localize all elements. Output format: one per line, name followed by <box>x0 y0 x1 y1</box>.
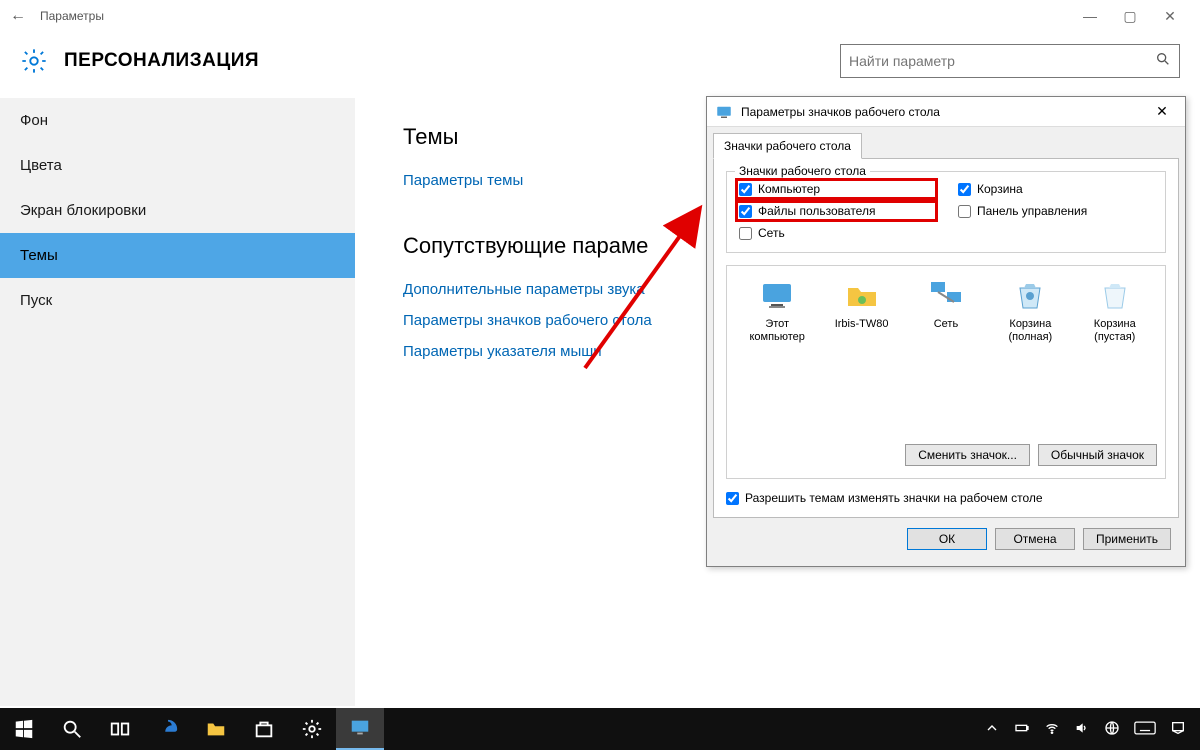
checkbox-control-panel-input[interactable] <box>958 205 971 218</box>
search-icon <box>61 718 83 740</box>
search-icon <box>1155 51 1171 72</box>
gear-icon <box>301 718 323 740</box>
ok-button[interactable]: ОК <box>907 528 987 550</box>
tray-language-icon[interactable] <box>1104 720 1120 739</box>
group-legend: Значки рабочего стола <box>735 164 870 178</box>
edge-button[interactable] <box>144 708 192 750</box>
dialog-close-button[interactable]: ✕ <box>1145 103 1179 120</box>
file-explorer-button[interactable] <box>192 708 240 750</box>
sidebar-item-lockscreen[interactable]: Экран блокировки <box>0 188 355 233</box>
icon-preview-panel: Этот компьютер Irbis-TW80 Сеть Корзина (… <box>726 265 1166 479</box>
dialog-titlebar: Параметры значков рабочего стола ✕ <box>707 97 1185 127</box>
recycle-full-icon <box>1012 278 1048 314</box>
search-button[interactable] <box>48 708 96 750</box>
desktop-icon-app-button[interactable] <box>336 708 384 750</box>
tray-notifications-icon[interactable] <box>1170 720 1186 739</box>
window-title: Параметры <box>40 9 104 23</box>
tray-chevron-up-icon[interactable] <box>984 720 1000 739</box>
apply-button[interactable]: Применить <box>1083 528 1171 550</box>
network-icon <box>928 278 964 314</box>
tray-volume-icon[interactable] <box>1074 720 1090 739</box>
folder-icon <box>205 718 227 740</box>
desktop-icons-group: Значки рабочего стола Компьютер Корзина … <box>726 171 1166 253</box>
search-input[interactable] <box>849 53 1155 69</box>
icon-this-pc[interactable]: Этот компьютер <box>737 278 817 344</box>
icon-recycle-empty[interactable]: Корзина (пустая) <box>1075 278 1155 344</box>
windows-icon <box>13 718 35 740</box>
checkbox-computer[interactable]: Компьютер <box>737 180 936 198</box>
taskview-button[interactable] <box>96 708 144 750</box>
tray-wifi-icon[interactable] <box>1044 720 1060 739</box>
taskview-icon <box>109 718 131 740</box>
edge-icon <box>157 718 179 740</box>
maximize-button[interactable]: ▢ <box>1110 8 1150 25</box>
dialog-title: Параметры значков рабочего стола <box>741 105 1145 119</box>
icon-network[interactable]: Сеть <box>906 278 986 344</box>
allow-themes-input[interactable] <box>726 492 739 505</box>
change-icon-button[interactable]: Сменить значок... <box>905 444 1030 466</box>
sidebar-item-start[interactable]: Пуск <box>0 278 355 323</box>
tray-keyboard-icon[interactable] <box>1134 720 1156 739</box>
header-row: ПЕРСОНАЛИЗАЦИЯ <box>0 32 1200 98</box>
store-button[interactable] <box>240 708 288 750</box>
checkbox-network-input[interactable] <box>739 227 752 240</box>
tab-desktop-icons[interactable]: Значки рабочего стола <box>713 133 862 159</box>
monitor-icon <box>349 717 371 739</box>
icon-recycle-full[interactable]: Корзина (полная) <box>990 278 1070 344</box>
desktop-icon-settings-dialog: Параметры значков рабочего стола ✕ Значк… <box>706 96 1186 567</box>
sidebar-item-colors[interactable]: Цвета <box>0 143 355 188</box>
default-icon-button[interactable]: Обычный значок <box>1038 444 1157 466</box>
settings-taskbar-button[interactable] <box>288 708 336 750</box>
taskbar <box>0 708 1200 750</box>
search-box[interactable] <box>840 44 1180 78</box>
dialog-icon <box>715 103 733 121</box>
user-folder-icon <box>844 278 880 314</box>
window-titlebar: ← Параметры — ▢ ✕ <box>0 0 1200 32</box>
checkbox-network[interactable]: Сеть <box>737 224 936 242</box>
checkbox-recycle-bin[interactable]: Корзина <box>956 180 1155 198</box>
sidebar-item-themes[interactable]: Темы <box>0 233 355 278</box>
recycle-empty-icon <box>1097 278 1133 314</box>
checkbox-recycle-bin-input[interactable] <box>958 183 971 196</box>
checkbox-user-files[interactable]: Файлы пользователя <box>737 202 936 220</box>
checkbox-user-files-input[interactable] <box>739 205 752 218</box>
system-tray <box>984 720 1200 739</box>
icon-user-folder[interactable]: Irbis-TW80 <box>822 278 902 344</box>
sidebar-item-background[interactable]: Фон <box>0 98 355 143</box>
checkbox-computer-input[interactable] <box>739 183 752 196</box>
close-button[interactable]: ✕ <box>1150 8 1190 25</box>
back-arrow-icon[interactable]: ← <box>10 7 40 25</box>
checkbox-control-panel[interactable]: Панель управления <box>956 202 1155 220</box>
allow-themes-checkbox[interactable]: Разрешить темам изменять значки на рабоч… <box>726 491 1166 505</box>
start-button[interactable] <box>0 708 48 750</box>
store-icon <box>253 718 275 740</box>
computer-icon <box>759 278 795 314</box>
cancel-button[interactable]: Отмена <box>995 528 1075 550</box>
sidebar: Фон Цвета Экран блокировки Темы Пуск <box>0 98 355 706</box>
page-title: ПЕРСОНАЛИЗАЦИЯ <box>64 50 259 72</box>
gear-icon <box>20 47 48 75</box>
minimize-button[interactable]: — <box>1070 8 1110 24</box>
tray-battery-icon[interactable] <box>1014 720 1030 739</box>
